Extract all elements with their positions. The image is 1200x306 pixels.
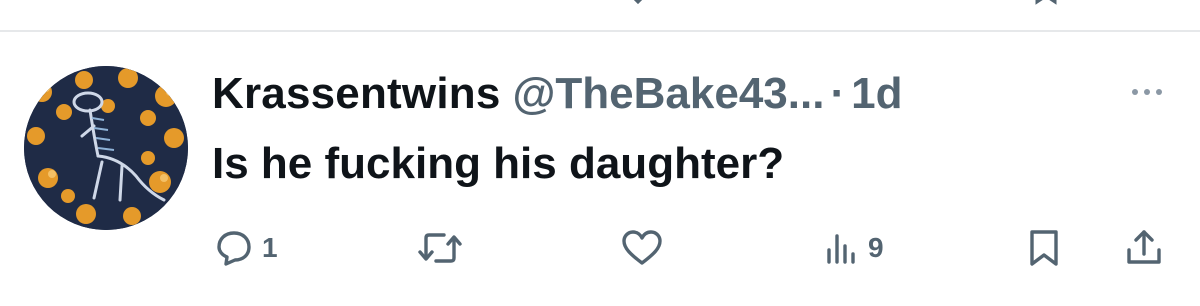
tweet-header: Krassentwins @TheBake43... · 1d — [212, 66, 902, 122]
previous-tweet-actions — [0, 0, 1200, 8]
tweet-actions: 1 9 — [0, 218, 1200, 278]
previous-like-icon[interactable] — [626, 0, 650, 6]
tweet-page: Krassentwins @TheBake43... · 1d Is he fu… — [0, 0, 1200, 306]
timestamp[interactable]: 1d — [851, 66, 902, 122]
dinosaur-skeleton-avatar-icon — [24, 66, 188, 230]
display-name[interactable]: Krassentwins — [212, 66, 501, 122]
views-count: 9 — [868, 232, 884, 263]
heart-icon — [620, 228, 664, 268]
reply-button[interactable]: 1 — [214, 218, 278, 278]
views-bar-icon — [824, 228, 860, 268]
avatar[interactable] — [24, 66, 188, 230]
user-handle[interactable]: @TheBake43... — [513, 66, 825, 122]
more-options-button[interactable] — [1122, 80, 1172, 104]
tweet-text: Is he fucking his daughter? — [212, 139, 785, 188]
separator-dot: · — [830, 69, 846, 118]
share-button[interactable] — [1124, 218, 1164, 278]
share-icon — [1124, 228, 1164, 268]
bookmark-icon — [1026, 228, 1062, 268]
reply-count: 1 — [262, 232, 278, 263]
reply-bubble-icon — [214, 228, 254, 268]
retweet-button[interactable] — [416, 218, 472, 278]
bookmark-button[interactable] — [1026, 218, 1062, 278]
views-button[interactable]: 9 — [824, 218, 884, 278]
more-dots-icon — [1129, 89, 1165, 95]
previous-reply-icon[interactable] — [222, 0, 246, 6]
retweet-icon — [416, 228, 464, 268]
like-button[interactable] — [620, 218, 672, 278]
previous-bookmark-icon[interactable] — [1034, 0, 1058, 6]
tweet[interactable]: Krassentwins @TheBake43... · 1d Is he fu… — [0, 32, 1200, 306]
